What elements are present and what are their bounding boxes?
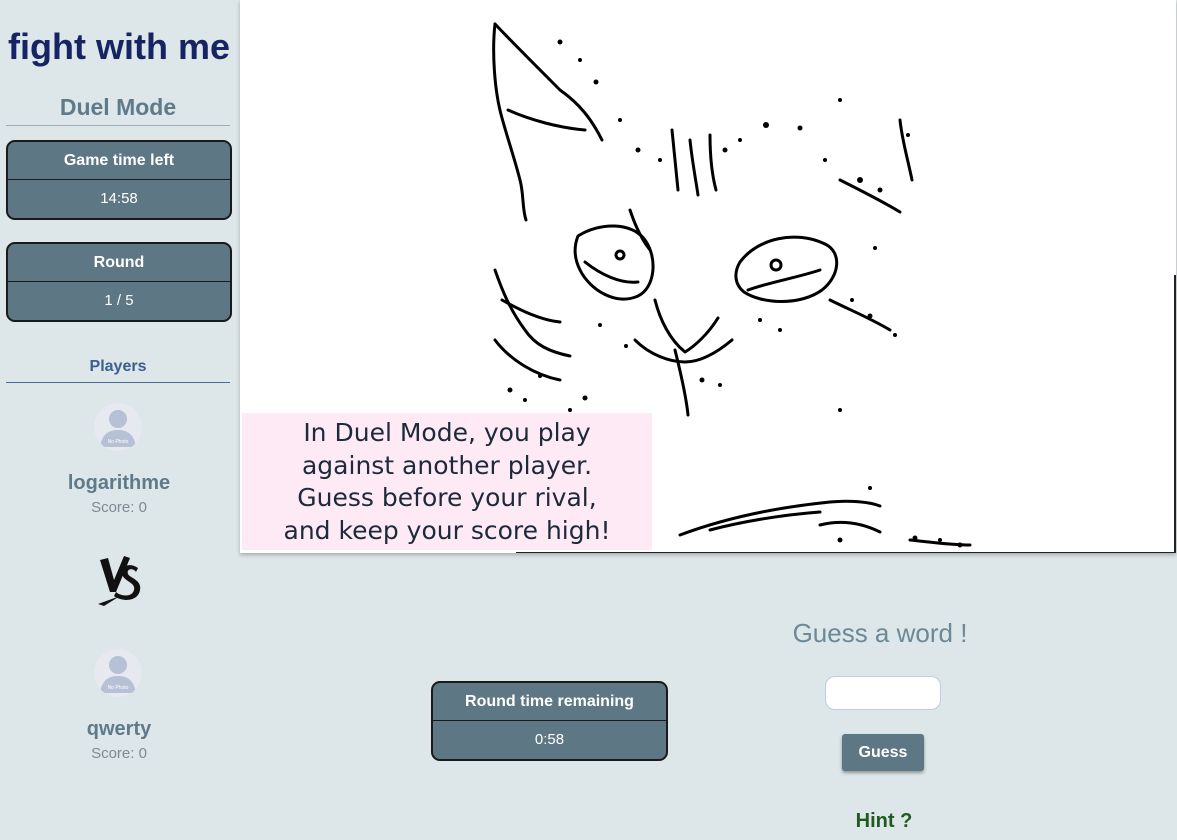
vs-emblem: VS xyxy=(94,552,144,608)
info-line: and keep your score high! xyxy=(283,515,611,545)
app-title: fight with me xyxy=(8,26,230,67)
info-line: In Duel Mode, you play xyxy=(303,418,591,447)
mode-title: Duel Mode xyxy=(6,94,230,126)
user-silhouette-icon: No Photo xyxy=(100,656,136,693)
info-line: against another player. xyxy=(301,450,593,480)
hint-link[interactable]: Hint ? xyxy=(830,810,938,833)
vs-icon: VS xyxy=(94,552,141,606)
guess-input[interactable] xyxy=(825,676,941,710)
vs-text: VS xyxy=(94,552,96,553)
game-time-panel: Game time left 14:58 xyxy=(6,140,232,220)
round-timer-panel: Round time remaining 0:58 xyxy=(431,681,668,761)
user-silhouette-icon: No Photo xyxy=(100,410,136,447)
player-name: logarithme xyxy=(67,472,171,494)
avatar: No Photo xyxy=(94,649,142,697)
players-heading: Players xyxy=(6,358,230,383)
guess-button[interactable]: Guess xyxy=(842,734,924,771)
player-score: Score: 0 xyxy=(91,745,147,762)
round-timer-value: 0:58 xyxy=(534,731,565,748)
info-line: Guess before your rival, xyxy=(297,483,597,512)
guess-title: Guess a word ! xyxy=(792,618,968,648)
avatar: No Photo xyxy=(94,403,142,451)
round-timer-label: Round time remaining xyxy=(433,683,666,721)
player-score: Score: 0 xyxy=(91,499,147,516)
game-time-label: Game time left xyxy=(8,142,230,180)
avatar-caption: No Photo xyxy=(108,439,129,445)
game-time-value: 14:58 xyxy=(100,190,138,207)
round-label: Round xyxy=(8,244,230,282)
sidebar: fight with me Duel Mode Game time left 1… xyxy=(0,0,238,840)
avatar-caption: No Photo xyxy=(108,685,129,691)
round-panel: Round 1 / 5 xyxy=(6,242,232,322)
mode-info-box: In Duel Mode, you play against another p… xyxy=(242,413,652,550)
round-value: 1 / 5 xyxy=(104,292,134,309)
player-name: qwerty xyxy=(86,718,152,740)
